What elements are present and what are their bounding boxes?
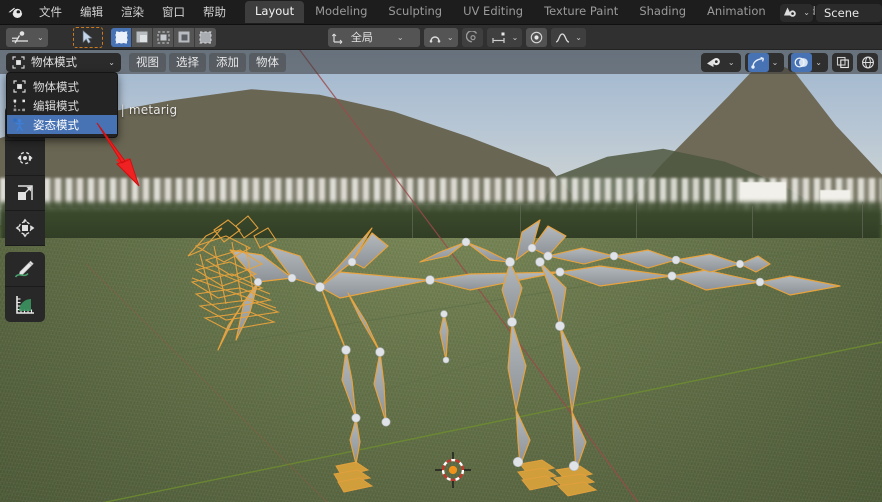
tool-settings-bar: ⌄ 全局 ⌄ ⌄ ⌄ ⌄	[0, 25, 882, 50]
viewport-left-toolbar	[5, 106, 45, 322]
select-cursor-icon[interactable]	[72, 26, 103, 48]
falloff-curve-dropdown[interactable]: ⌄	[551, 27, 586, 47]
scene-name-field[interactable]: Scene	[816, 3, 882, 22]
mode-option-edit-mode[interactable]: 编辑模式	[7, 96, 117, 115]
mode-select-dropdown[interactable]: 物体模式 ⌄	[6, 52, 121, 72]
active-tool-caret-icon: ⌄	[37, 32, 44, 42]
visibility-caret-icon: ⌄	[727, 57, 735, 67]
menu-help[interactable]: 帮助	[194, 2, 235, 22]
box-select-invert-icon[interactable]	[173, 27, 195, 47]
menu-file[interactable]: 文件	[30, 2, 71, 22]
menu-window[interactable]: 窗口	[153, 2, 194, 22]
workspace-tab-layout[interactable]: Layout	[245, 1, 305, 23]
snap-caret-icon: ⌄	[446, 32, 454, 42]
tool-rotate[interactable]	[5, 141, 45, 176]
xray-icon[interactable]	[832, 53, 853, 72]
transform-orientation-label: 全局	[350, 31, 373, 44]
pose-mode-icon	[13, 118, 26, 131]
viewport-menu-bar: 视图 选择 添加 物体	[129, 52, 289, 72]
tool-measure[interactable]	[5, 287, 45, 322]
blender-logo-icon[interactable]	[0, 0, 30, 25]
box-select-extend-icon[interactable]	[131, 27, 153, 47]
visibility-dropdown[interactable]: ⌄	[700, 52, 741, 72]
scene-caret-icon: ⌄	[803, 8, 810, 17]
transform-icon	[15, 218, 35, 238]
measure-ruler-icon	[16, 295, 34, 314]
transform-orientation-caret-icon: ⌄	[396, 32, 404, 42]
red-arrow-cursor-icon	[96, 122, 140, 187]
vmenu-add[interactable]: 添加	[209, 52, 246, 72]
mode-select-label: 物体模式	[31, 55, 77, 69]
overlays-dropdown[interactable]: ⌄	[788, 52, 828, 72]
xray-toggle[interactable]	[832, 52, 853, 72]
vmenu-view[interactable]: 视图	[129, 52, 166, 72]
shading-wireframe-icon[interactable]	[857, 53, 878, 72]
workspace-tab-sculpting[interactable]: Sculpting	[378, 1, 452, 23]
active-tool-button[interactable]: ⌄	[6, 27, 48, 47]
viewport-header-right: ⌄ ⌄ ⌄	[697, 50, 878, 74]
pivot-point-icon	[531, 31, 543, 43]
workspace-tab-animation[interactable]: Animation	[697, 1, 776, 23]
snap-magnet-icon	[429, 35, 441, 43]
tool-transform[interactable]	[5, 211, 45, 246]
shading-mode-group[interactable]	[857, 52, 878, 72]
tool-scale[interactable]	[5, 176, 45, 211]
box-select-new-icon[interactable]	[110, 27, 132, 47]
menu-render[interactable]: 渲染	[112, 2, 153, 22]
falloff-caret-icon: ⌄	[511, 32, 519, 42]
tool-annotate[interactable]	[5, 252, 45, 287]
box-select-intersect-icon[interactable]	[194, 27, 216, 47]
menu-edit[interactable]: 编辑	[71, 2, 112, 22]
mode-option-label: 物体模式	[33, 79, 79, 94]
annotate-pencil-icon	[14, 260, 34, 278]
object-mode-icon	[13, 80, 26, 93]
3d-cursor	[435, 452, 471, 488]
orientation-icon	[331, 33, 343, 44]
scale-icon	[18, 185, 33, 200]
pivot-point-dropdown[interactable]	[526, 27, 548, 47]
gizmo-dropdown[interactable]: ⌄	[744, 52, 785, 72]
vmenu-select[interactable]: 选择	[169, 52, 206, 72]
3d-viewport[interactable]	[0, 50, 882, 502]
box-select-subtract-icon[interactable]	[152, 27, 174, 47]
falloff-curve-caret-icon: ⌄	[575, 32, 582, 42]
mode-option-label: 编辑模式	[33, 98, 79, 113]
overlays-icon[interactable]	[791, 52, 813, 72]
proportional-edit-icon	[465, 30, 477, 42]
scene-icon-button[interactable]: ⌄	[780, 3, 813, 22]
edit-mode-icon	[13, 99, 26, 112]
blender-window: 文件 编辑 渲染 窗口 帮助 Layout Modeling Sculpting UV Edi…	[0, 0, 882, 502]
workspace-tab-texture-paint[interactable]: Texture Paint	[534, 1, 628, 23]
top-bar: 文件 编辑 渲染 窗口 帮助 Layout Modeling Sculpting UV Edi…	[0, 0, 882, 25]
rotate-icon	[17, 151, 33, 165]
gizmo-caret-icon: ⌄	[771, 57, 779, 67]
mode-option-object-mode[interactable]: 物体模式	[7, 77, 117, 96]
overlays-caret-icon: ⌄	[815, 57, 822, 67]
object-mode-icon	[12, 55, 25, 69]
snap-dropdown[interactable]: ⌄	[423, 27, 458, 47]
proportional-falloff-dropdown[interactable]: ⌄	[486, 27, 523, 47]
gizmo-icon[interactable]	[747, 52, 769, 72]
proportional-edit-toggle[interactable]	[461, 27, 483, 47]
transform-orientation-dropdown[interactable]: 全局 ⌄	[327, 27, 420, 47]
workspace-tab-shading[interactable]: Shading	[629, 1, 696, 23]
mode-select-caret-icon: ⌄	[108, 57, 115, 67]
topbar-right-group: ⌄ Scene	[780, 0, 882, 25]
top-menu-bar: 文件 编辑 渲染 窗口 帮助	[30, 2, 235, 22]
falloff-curve-icon	[556, 32, 570, 43]
select-mode-group	[110, 27, 216, 47]
mode-option-label: 姿态模式	[33, 117, 79, 132]
workspace-tabs: Layout Modeling Sculpting UV Editing Texture…	[245, 0, 871, 25]
eye-icon[interactable]	[704, 53, 725, 72]
workspace-tab-modeling[interactable]: Modeling	[305, 1, 377, 23]
workspace-tab-uv-editing[interactable]: UV Editing	[453, 1, 533, 23]
vmenu-object[interactable]: 物体	[249, 52, 286, 72]
